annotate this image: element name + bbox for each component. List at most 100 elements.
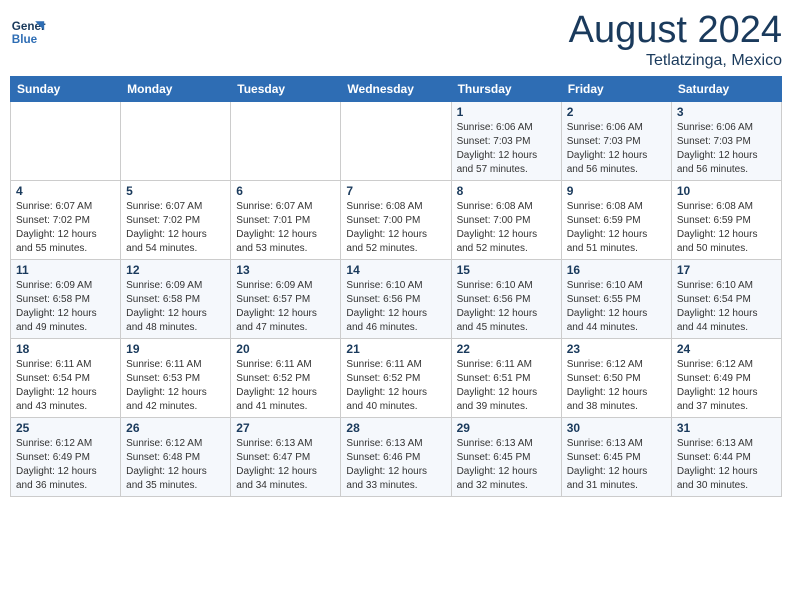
day-number: 19 [126,342,225,356]
calendar-cell: 13 Sunrise: 6:09 AM Sunset: 6:57 PM Dayli… [231,259,341,338]
logo-icon: General Blue [10,14,46,50]
day-info: Sunrise: 6:08 AM Sunset: 7:00 PM Dayligh… [346,200,445,256]
day-number: 13 [236,263,335,277]
calendar-body: 1 Sunrise: 6:06 AM Sunset: 7:03 PM Daylig… [11,101,782,496]
calendar-cell: 21 Sunrise: 6:11 AM Sunset: 6:52 PM Dayli… [341,338,451,417]
day-number: 6 [236,184,335,198]
day-number: 16 [567,263,666,277]
calendar-header-row: SundayMondayTuesdayWednesdayThursdayFrid… [11,76,782,101]
day-number: 18 [16,342,115,356]
day-info: Sunrise: 6:12 AM Sunset: 6:50 PM Dayligh… [567,358,666,414]
calendar-cell: 26 Sunrise: 6:12 AM Sunset: 6:48 PM Dayli… [121,417,231,496]
day-info: Sunrise: 6:13 AM Sunset: 6:47 PM Dayligh… [236,437,335,493]
calendar-cell: 20 Sunrise: 6:11 AM Sunset: 6:52 PM Dayli… [231,338,341,417]
day-info: Sunrise: 6:07 AM Sunset: 7:02 PM Dayligh… [126,200,225,256]
day-number: 11 [16,263,115,277]
day-info: Sunrise: 6:12 AM Sunset: 6:48 PM Dayligh… [126,437,225,493]
weekday-header-tuesday: Tuesday [231,76,341,101]
calendar-cell: 29Sunrise: 6:13 AM Sunset: 6:45 PM Dayli… [451,417,561,496]
calendar-cell: 18 Sunrise: 6:11 AM Sunset: 6:54 PM Dayli… [11,338,121,417]
calendar-cell: 28Sunrise: 6:13 AM Sunset: 6:46 PM Dayli… [341,417,451,496]
weekday-header-saturday: Saturday [671,76,781,101]
day-number: 26 [126,421,225,435]
weekday-header-friday: Friday [561,76,671,101]
day-info: Sunrise: 6:13 AM Sunset: 6:46 PM Dayligh… [346,437,445,493]
day-info: Sunrise: 6:09 AM Sunset: 6:58 PM Dayligh… [126,279,225,335]
day-number: 17 [677,263,776,277]
calendar-cell: 22Sunrise: 6:11 AM Sunset: 6:51 PM Dayli… [451,338,561,417]
day-info: Sunrise: 6:06 AM Sunset: 7:03 PM Dayligh… [457,121,556,177]
calendar-cell: 23 Sunrise: 6:12 AM Sunset: 6:50 PM Dayli… [561,338,671,417]
day-number: 25 [16,421,115,435]
page-header: General Blue August 2024 Tetlatzinga, Me… [10,10,782,70]
calendar-week-3: 11 Sunrise: 6:09 AM Sunset: 6:58 PM Dayli… [11,259,782,338]
weekday-header-sunday: Sunday [11,76,121,101]
calendar-cell: 31 Sunrise: 6:13 AM Sunset: 6:44 PM Dayli… [671,417,781,496]
day-info: Sunrise: 6:09 AM Sunset: 6:58 PM Dayligh… [16,279,115,335]
calendar-cell: 19 Sunrise: 6:11 AM Sunset: 6:53 PM Dayli… [121,338,231,417]
calendar-cell: 30 Sunrise: 6:13 AM Sunset: 6:45 PM Dayli… [561,417,671,496]
calendar-table: SundayMondayTuesdayWednesdayThursdayFrid… [10,76,782,497]
day-number: 8 [457,184,556,198]
day-number: 31 [677,421,776,435]
day-info: Sunrise: 6:10 AM Sunset: 6:55 PM Dayligh… [567,279,666,335]
day-number: 12 [126,263,225,277]
weekday-header-thursday: Thursday [451,76,561,101]
day-info: Sunrise: 6:07 AM Sunset: 7:02 PM Dayligh… [16,200,115,256]
calendar-cell: 15Sunrise: 6:10 AM Sunset: 6:56 PM Dayli… [451,259,561,338]
calendar-cell: 9Sunrise: 6:08 AM Sunset: 6:59 PM Daylig… [561,180,671,259]
day-info: Sunrise: 6:11 AM Sunset: 6:53 PM Dayligh… [126,358,225,414]
weekday-header-monday: Monday [121,76,231,101]
day-info: Sunrise: 6:08 AM Sunset: 6:59 PM Dayligh… [677,200,776,256]
day-info: Sunrise: 6:06 AM Sunset: 7:03 PM Dayligh… [677,121,776,177]
location-subtitle: Tetlatzinga, Mexico [569,52,782,70]
day-number: 7 [346,184,445,198]
day-number: 14 [346,263,445,277]
day-number: 30 [567,421,666,435]
calendar-cell: 1 Sunrise: 6:06 AM Sunset: 7:03 PM Daylig… [451,101,561,180]
day-number: 10 [677,184,776,198]
day-number: 23 [567,342,666,356]
calendar-cell: 3Sunrise: 6:06 AM Sunset: 7:03 PM Daylig… [671,101,781,180]
calendar-cell: 24Sunrise: 6:12 AM Sunset: 6:49 PM Dayli… [671,338,781,417]
calendar-cell: 6 Sunrise: 6:07 AM Sunset: 7:01 PM Daylig… [231,180,341,259]
calendar-cell: 8Sunrise: 6:08 AM Sunset: 7:00 PM Daylig… [451,180,561,259]
day-number: 4 [16,184,115,198]
calendar-cell: 14Sunrise: 6:10 AM Sunset: 6:56 PM Dayli… [341,259,451,338]
title-block: August 2024 Tetlatzinga, Mexico [569,10,782,70]
day-info: Sunrise: 6:11 AM Sunset: 6:52 PM Dayligh… [236,358,335,414]
day-number: 21 [346,342,445,356]
day-info: Sunrise: 6:06 AM Sunset: 7:03 PM Dayligh… [567,121,666,177]
day-number: 15 [457,263,556,277]
day-info: Sunrise: 6:13 AM Sunset: 6:45 PM Dayligh… [457,437,556,493]
day-info: Sunrise: 6:12 AM Sunset: 6:49 PM Dayligh… [16,437,115,493]
day-number: 1 [457,105,556,119]
weekday-header-wednesday: Wednesday [341,76,451,101]
calendar-cell: 4 Sunrise: 6:07 AM Sunset: 7:02 PM Daylig… [11,180,121,259]
calendar-cell [341,101,451,180]
day-info: Sunrise: 6:07 AM Sunset: 7:01 PM Dayligh… [236,200,335,256]
calendar-week-5: 25 Sunrise: 6:12 AM Sunset: 6:49 PM Dayli… [11,417,782,496]
month-year-title: August 2024 [569,10,782,52]
day-number: 22 [457,342,556,356]
day-info: Sunrise: 6:13 AM Sunset: 6:44 PM Dayligh… [677,437,776,493]
day-number: 2 [567,105,666,119]
calendar-cell [231,101,341,180]
calendar-cell: 25 Sunrise: 6:12 AM Sunset: 6:49 PM Dayli… [11,417,121,496]
day-info: Sunrise: 6:09 AM Sunset: 6:57 PM Dayligh… [236,279,335,335]
day-number: 5 [126,184,225,198]
day-number: 20 [236,342,335,356]
calendar-cell: 12 Sunrise: 6:09 AM Sunset: 6:58 PM Dayli… [121,259,231,338]
calendar-cell [11,101,121,180]
day-info: Sunrise: 6:10 AM Sunset: 6:54 PM Dayligh… [677,279,776,335]
day-info: Sunrise: 6:11 AM Sunset: 6:54 PM Dayligh… [16,358,115,414]
day-info: Sunrise: 6:13 AM Sunset: 6:45 PM Dayligh… [567,437,666,493]
day-number: 9 [567,184,666,198]
day-number: 24 [677,342,776,356]
calendar-week-2: 4 Sunrise: 6:07 AM Sunset: 7:02 PM Daylig… [11,180,782,259]
day-info: Sunrise: 6:11 AM Sunset: 6:52 PM Dayligh… [346,358,445,414]
calendar-cell: 16 Sunrise: 6:10 AM Sunset: 6:55 PM Dayli… [561,259,671,338]
calendar-week-4: 18 Sunrise: 6:11 AM Sunset: 6:54 PM Dayli… [11,338,782,417]
calendar-cell: 27Sunrise: 6:13 AM Sunset: 6:47 PM Dayli… [231,417,341,496]
calendar-cell: 7 Sunrise: 6:08 AM Sunset: 7:00 PM Daylig… [341,180,451,259]
